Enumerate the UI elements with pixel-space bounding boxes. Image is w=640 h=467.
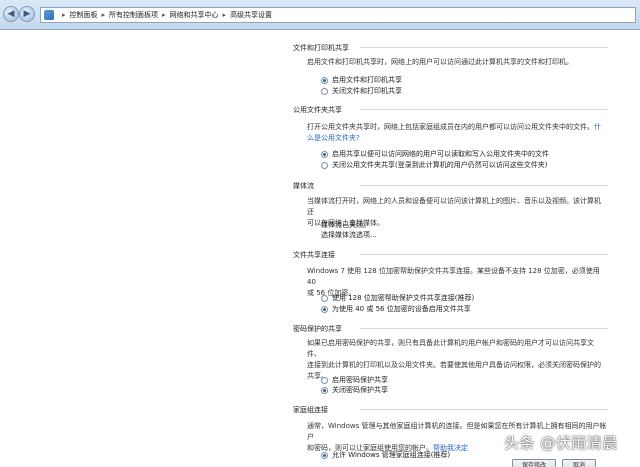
radio-enable-password[interactable]: 启用密码保护共享 xyxy=(321,375,388,385)
radio-selected-icon[interactable] xyxy=(321,150,328,158)
watermark: 头条 @伏雨清晨 xyxy=(504,434,618,452)
radio-disable-password[interactable]: 关闭密码保护共享 xyxy=(321,385,388,395)
cancel-button[interactable]: 取消 xyxy=(562,459,596,467)
radio-selected-icon[interactable] xyxy=(321,305,328,313)
section-divider xyxy=(360,409,608,410)
media-status: 媒体流已关闭。 xyxy=(321,221,370,229)
section-divider xyxy=(360,185,608,186)
section-title-public-folder: 公用文件夹共享 xyxy=(293,106,342,114)
radio-disable-file-printer[interactable]: 关闭文件和打印机共享 xyxy=(321,86,402,96)
breadcrumb-all-items[interactable]: 所有控制面板项 xyxy=(109,10,158,20)
radio-enable-public-folder[interactable]: 启用共享以便可以访问网络的用户可以读取和写入公用文件夹中的文件 xyxy=(321,149,549,159)
breadcrumb-advanced-sharing[interactable]: 高级共享设置 xyxy=(230,10,272,20)
section-divider xyxy=(360,109,608,110)
breadcrumb[interactable]: ▸ 控制面板 ▸ 所有控制面板项 ▸ 网络和共享中心 ▸ 高级共享设置 xyxy=(40,7,636,23)
breadcrumb-separator-icon: ▸ xyxy=(162,11,166,19)
radio-enable-file-printer[interactable]: 启用文件和打印机共享 xyxy=(321,75,402,85)
settings-content: 文件和打印机共享 启用文件和打印机共享时，网络上的用户可以访问通过此计算机共享的… xyxy=(0,31,640,467)
radio-unselected-icon[interactable] xyxy=(321,161,328,169)
breadcrumb-separator-icon: ▸ xyxy=(101,11,106,19)
section-desc-public-folder: 打开公用文件夹共享时，网络上包括家庭组成员在内的用户都可以访问公用文件夹中的文件… xyxy=(307,123,601,142)
radio-unselected-icon[interactable] xyxy=(321,87,328,95)
save-changes-button[interactable]: 保存修改 xyxy=(512,459,556,467)
breadcrumb-separator-icon: ▸ xyxy=(62,11,66,19)
radio-40-56bit-encryption[interactable]: 为使用 40 或 56 位加密的设备启用文件共享 xyxy=(321,304,471,314)
radio-128bit-encryption[interactable]: 使用 128 位加密帮助保护文件共享连接(推荐) xyxy=(321,293,474,303)
section-divider xyxy=(360,328,608,329)
section-title-homegroup: 家庭组连接 xyxy=(293,406,328,414)
section-title-media: 媒体流 xyxy=(293,182,314,190)
radio-windows-manage-homegroup[interactable]: 允许 Windows 管理家庭组连接(推荐) xyxy=(321,450,450,460)
radio-unselected-icon[interactable] xyxy=(321,294,328,302)
breadcrumb-control-panel[interactable]: 控制面板 xyxy=(70,10,98,20)
section-desc-file-printer: 启用文件和打印机共享时，网络上的用户可以访问通过此计算机共享的文件和打印机。 xyxy=(307,58,573,66)
address-bar: ◀ ▶ ▸ 控制面板 ▸ 所有控制面板项 ▸ 网络和共享中心 ▸ 高级共享设置 xyxy=(0,0,640,30)
breadcrumb-separator-icon: ▸ xyxy=(222,11,227,19)
section-title-password: 密码保护的共享 xyxy=(293,325,342,333)
radio-selected-icon[interactable] xyxy=(321,386,328,394)
back-button[interactable]: ◀ xyxy=(3,6,19,22)
section-divider xyxy=(360,47,608,48)
choose-media-options-link[interactable]: 选择媒体流选项... xyxy=(321,230,377,240)
radio-selected-icon[interactable] xyxy=(321,76,328,84)
section-title-file-printer: 文件和打印机共享 xyxy=(293,44,349,52)
control-panel-icon xyxy=(44,10,54,20)
radio-selected-icon[interactable] xyxy=(321,451,328,459)
radio-unselected-icon[interactable] xyxy=(321,376,328,384)
section-divider xyxy=(360,254,608,255)
breadcrumb-network-center[interactable]: 网络和共享中心 xyxy=(170,10,219,20)
radio-disable-public-folder[interactable]: 关闭公用文件夹共享(登录到此计算机的用户仍然可以访问这些文件夹) xyxy=(321,160,547,170)
section-title-file-sharing-conn: 文件共享连接 xyxy=(293,251,335,259)
forward-button[interactable]: ▶ xyxy=(19,6,35,22)
